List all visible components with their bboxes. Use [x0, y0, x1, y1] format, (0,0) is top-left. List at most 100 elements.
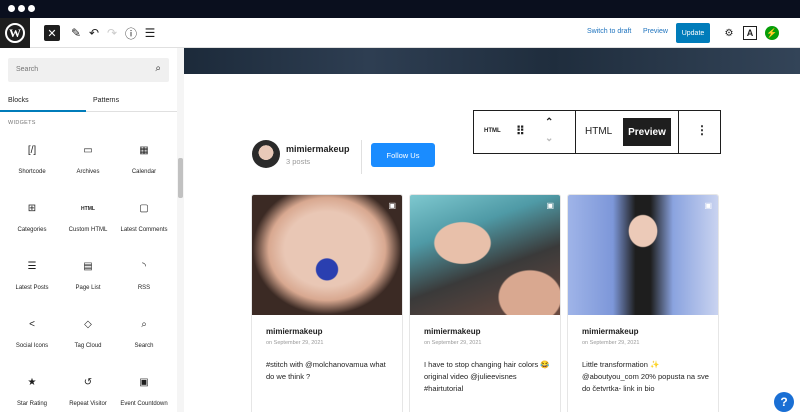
profile-divider [361, 140, 362, 174]
block-label: Tag Cloud [74, 343, 102, 349]
follow-us-button[interactable]: Follow Us [371, 143, 435, 167]
block-repeat-visitor[interactable]: ↺ Repeat Visitor [60, 376, 116, 408]
html-tab-button[interactable]: HTML [585, 126, 612, 137]
switch-to-draft-button[interactable]: Switch to draft [587, 28, 631, 35]
redo-icon[interactable]: ↷ [104, 25, 120, 41]
list-view-icon[interactable]: ☰ [142, 25, 158, 41]
editor-topbar: W ✕ ✎ ↶ ↷ ⓘ ☰ Switch to draft Preview Up… [0, 18, 800, 48]
block-search[interactable]: ⌕ Search [116, 318, 172, 350]
block-rss[interactable]: ◝ RSS [116, 260, 172, 292]
more-options-icon[interactable]: ⋮ [696, 123, 708, 137]
instagram-post-card[interactable]: ▣ mimiermakeup on September 29, 2021 I h… [409, 194, 561, 412]
share-icon: < [29, 319, 35, 330]
post-caption: I have to stop changing hair colors 😂 or… [424, 360, 550, 393]
settings-gear-icon[interactable]: ⚙ [722, 26, 736, 40]
block-label: Custom HTML [68, 227, 108, 233]
calendar-icon: ▦ [139, 145, 149, 156]
window-dot [18, 5, 25, 12]
amp-a-icon[interactable]: A [743, 26, 757, 40]
block-label: Star Rating [16, 401, 47, 407]
avatar[interactable] [252, 140, 280, 168]
block-archives[interactable]: ▭ Archives [60, 144, 116, 176]
archives-icon: ▭ [83, 145, 93, 156]
block-categories[interactable]: ⊞ Categories [4, 202, 60, 234]
section-title: WIDGETS [8, 120, 36, 126]
post-image[interactable]: ▣ [410, 195, 560, 315]
block-label: Calendar [131, 169, 157, 175]
block-latest-posts[interactable]: ☰ Latest Posts [4, 260, 60, 292]
post-username[interactable]: mimiermakeup [582, 327, 638, 336]
info-icon[interactable]: ⓘ [123, 25, 139, 41]
block-label: Latest Posts [15, 285, 49, 291]
pencil-icon[interactable]: ✎ [68, 25, 84, 41]
tab-patterns[interactable]: Patterns [93, 97, 119, 104]
drag-handle-icon[interactable]: ⠿ [516, 124, 525, 138]
search-icon: ⌕ [141, 319, 147, 330]
instagram-post-card[interactable]: ▣ mimiermakeup on September 29, 2021 #st… [251, 194, 403, 412]
block-label: Latest Comments [120, 227, 168, 233]
rss-icon: ◝ [142, 261, 146, 272]
block-label: RSS [137, 285, 151, 291]
profile-username[interactable]: mimiermakeup [286, 144, 350, 154]
block-label: Social Icons [15, 343, 49, 349]
post-date: on September 29, 2021 [424, 340, 482, 346]
block-tag-cloud[interactable]: ◇ Tag Cloud [60, 318, 116, 350]
hero-image [184, 48, 800, 74]
block-label: Repeat Visitor [69, 401, 107, 407]
post-username[interactable]: mimiermakeup [424, 327, 480, 336]
sidebar-scrollbar[interactable] [177, 48, 184, 412]
video-camera-icon: ▣ [546, 201, 554, 210]
scrollbar-thumb[interactable] [178, 158, 183, 198]
block-custom-html[interactable]: HTML Custom HTML [60, 202, 116, 234]
preview-button[interactable]: Preview [643, 28, 668, 35]
post-caption: Little transformation ✨ @aboutyou_com 20… [582, 360, 709, 393]
move-up-icon[interactable]: ⌃ [545, 117, 553, 128]
move-down-icon[interactable]: ⌄ [545, 133, 553, 144]
post-username[interactable]: mimiermakeup [266, 327, 322, 336]
block-latest-comments[interactable]: ▢ Latest Comments [116, 202, 172, 234]
jetpack-icon[interactable]: ⚡ [765, 26, 779, 40]
post-image[interactable]: ▣ [568, 195, 718, 315]
block-event-countdown[interactable]: ▣ Event Countdown [116, 376, 172, 408]
profile-post-count: 3 posts [286, 157, 311, 166]
html-icon: HTML [81, 206, 95, 212]
help-button[interactable]: ? [774, 392, 794, 412]
tab-blocks[interactable]: Blocks [8, 97, 29, 104]
close-inserter-button[interactable]: ✕ [44, 25, 60, 41]
block-shortcode[interactable]: [/] Shortcode [4, 144, 60, 176]
toolbar-divider [678, 111, 679, 153]
window-dot [28, 5, 35, 12]
block-label: Page List [75, 285, 101, 291]
block-social-icons[interactable]: < Social Icons [4, 318, 60, 350]
block-calendar[interactable]: ▦ Calendar [116, 144, 172, 176]
comment-icon: ▢ [139, 203, 149, 214]
preview-tab-button[interactable]: Preview [623, 118, 671, 146]
video-camera-icon: ▣ [704, 201, 712, 210]
block-inserter-panel: Search ⌕ Blocks Patterns WIDGETS [/] Sho… [0, 48, 184, 412]
block-page-list[interactable]: ▤ Page List [60, 260, 116, 292]
block-star-rating[interactable]: ★ Star Rating [4, 376, 60, 408]
inserter-tabs: Blocks Patterns [0, 92, 178, 112]
block-label: Categories [17, 227, 47, 233]
post-date: on September 29, 2021 [582, 340, 640, 346]
post-image[interactable]: ▣ [252, 195, 402, 315]
block-search-input[interactable]: Search ⌕ [8, 58, 169, 82]
latest-posts-icon: ☰ [27, 261, 37, 272]
post-caption: #stitch with @molchanovamua what do we t… [266, 360, 386, 381]
star-icon: ★ [27, 377, 37, 388]
undo-icon[interactable]: ↶ [86, 25, 102, 41]
repeat-icon: ↺ [83, 377, 93, 388]
block-label: Event Countdown [120, 401, 168, 407]
countdown-icon: ▣ [139, 377, 149, 388]
html-block-icon[interactable]: HTML [484, 128, 501, 134]
editor-canvas: HTML ⠿ ⌃ ⌄ HTML Preview ⋮ mimiermakeup 3… [184, 48, 800, 412]
tag-icon: ◇ [84, 319, 92, 330]
block-label: Shortcode [18, 169, 46, 175]
update-button[interactable]: Update [676, 23, 710, 43]
instagram-post-card[interactable]: ▣ mimiermakeup on September 29, 2021 Lit… [567, 194, 719, 412]
search-icon: ⌕ [155, 63, 161, 74]
wordpress-logo-icon[interactable]: W [0, 18, 30, 48]
search-placeholder: Search [16, 66, 39, 73]
block-label: Archives [76, 169, 100, 175]
block-label: Search [134, 343, 154, 349]
